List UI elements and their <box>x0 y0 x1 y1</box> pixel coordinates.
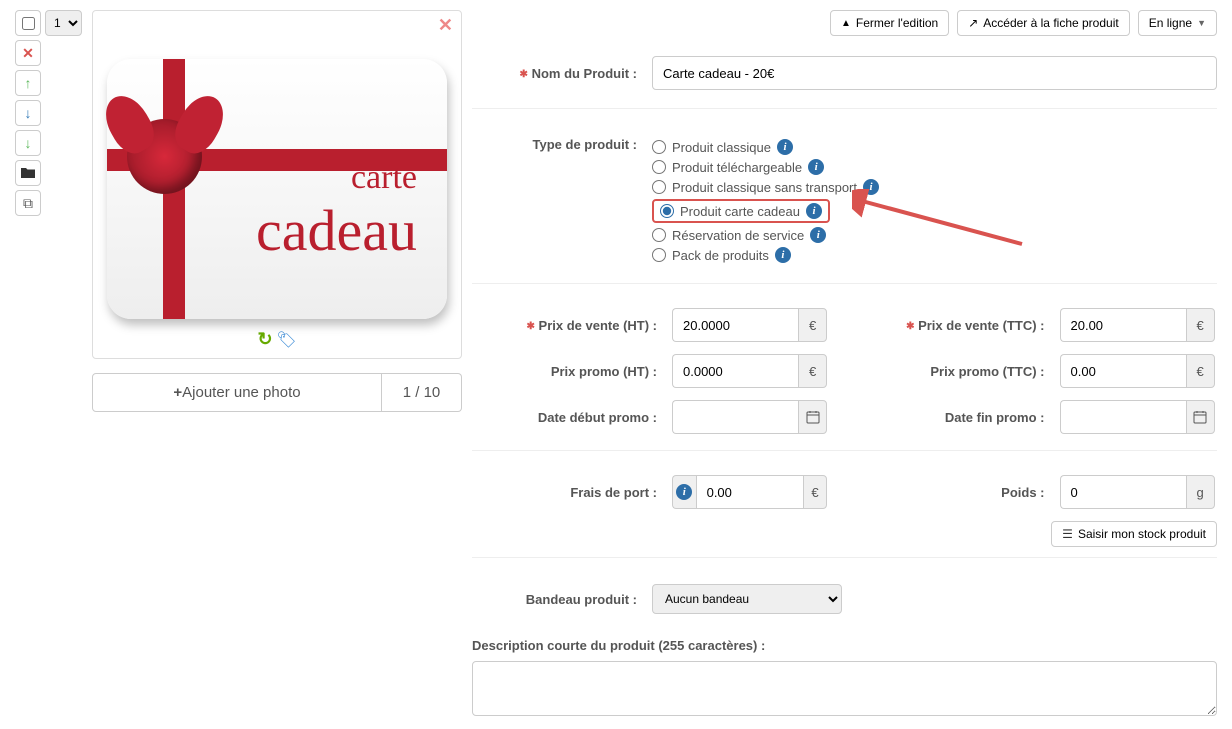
shipping-label: Frais de port : <box>472 485 672 500</box>
date-end-label: Date fin promo : <box>860 410 1060 425</box>
close-edit-button[interactable]: ▲ Fermer l'edition <box>830 10 949 36</box>
move-down-button[interactable]: ↓ <box>15 100 41 126</box>
radio-classic[interactable]: Produit classique i <box>652 137 879 157</box>
promo-ht-label: Prix promo (HT) : <box>472 364 672 379</box>
price-ht-label: ✱ Prix de vente (HT) : <box>472 318 672 333</box>
calendar-icon[interactable] <box>1186 400 1215 434</box>
type-label: Type de produit : <box>472 135 652 152</box>
date-start-input[interactable] <box>672 400 798 434</box>
promo-ht-input[interactable] <box>672 354 798 388</box>
goto-product-button[interactable]: ↗ Accéder à la fiche produit <box>957 10 1129 36</box>
date-end-input[interactable] <box>1060 400 1186 434</box>
photo-counter: 1 / 10 <box>382 373 462 412</box>
date-start-label: Date début promo : <box>472 410 672 425</box>
banner-label: Bandeau produit : <box>472 592 652 607</box>
info-icon[interactable]: i <box>777 139 793 155</box>
order-select[interactable]: 1 <box>45 10 82 36</box>
duplicate-button[interactable]: ⧉ <box>15 190 41 216</box>
info-icon[interactable]: i <box>806 203 822 219</box>
weight-unit-addon: g <box>1186 475 1215 509</box>
carte-text: carte <box>256 159 417 197</box>
shipping-input[interactable] <box>696 475 803 509</box>
product-name-input[interactable] <box>652 56 1217 90</box>
arrow-down2-icon: ↓ <box>25 135 32 151</box>
radio-notransport[interactable]: Produit classique sans transport i <box>652 177 879 197</box>
image-actions: ↻ 🏷 <box>101 329 453 350</box>
radio-giftcard[interactable]: Produit carte cadeau i <box>652 199 830 223</box>
info-icon[interactable]: i <box>810 227 826 243</box>
arrow-up-icon: ↑ <box>25 75 32 91</box>
name-label: ✱ Nom du Produit : <box>472 66 652 81</box>
folder-icon <box>21 165 35 181</box>
banner-select[interactable]: Aucun bandeau <box>652 584 842 614</box>
tag-icon[interactable]: 🏷 <box>276 332 296 349</box>
promo-ttc-input[interactable] <box>1060 354 1186 388</box>
weight-label: Poids : <box>860 485 1060 500</box>
move-up-button[interactable]: ↑ <box>15 70 41 96</box>
price-ttc-input[interactable] <box>1060 308 1186 342</box>
remove-image-icon[interactable]: ✕ <box>438 15 453 36</box>
gift-card-illustration: carte cadeau <box>107 59 447 319</box>
radio-reservation[interactable]: Réservation de service i <box>652 225 879 245</box>
currency-addon: € <box>798 354 827 388</box>
delete-button[interactable]: ✕ <box>15 40 41 66</box>
radio-pack[interactable]: Pack de produits i <box>652 245 879 265</box>
copy-icon: ⧉ <box>23 195 33 212</box>
info-icon[interactable]: i <box>808 159 824 175</box>
description-label: Description courte du produit (255 carac… <box>472 638 1217 653</box>
annotation-arrow <box>852 189 1032 259</box>
refresh-icon[interactable]: ↻ <box>257 329 272 349</box>
select-checkbox[interactable] <box>15 10 41 36</box>
info-icon[interactable]: i <box>775 247 791 263</box>
radio-download[interactable]: Produit téléchargeable i <box>652 157 879 177</box>
price-ht-input[interactable] <box>672 308 798 342</box>
product-image-box: ✕ carte cadeau ↻ 🏷 <box>92 10 462 359</box>
arrow-down-icon: ↓ <box>25 105 32 121</box>
delete-icon: ✕ <box>22 45 34 62</box>
weight-input[interactable] <box>1060 475 1186 509</box>
cadeau-text: cadeau <box>256 197 417 264</box>
move-bottom-button[interactable]: ↓ <box>15 130 41 156</box>
calendar-icon[interactable] <box>798 400 827 434</box>
info-icon[interactable]: i <box>672 475 696 509</box>
add-photo-button[interactable]: +Ajouter une photo <box>92 373 382 412</box>
currency-addon: € <box>803 475 827 509</box>
currency-addon: € <box>1186 308 1215 342</box>
currency-addon: € <box>1186 354 1215 388</box>
folder-button[interactable] <box>15 160 41 186</box>
caret-down-icon: ▼ <box>1197 18 1206 28</box>
price-ttc-label: ✱ Prix de vente (TTC) : <box>860 318 1060 333</box>
list-icon: ☰ <box>1062 527 1073 541</box>
currency-addon: € <box>798 308 827 342</box>
chevron-up-icon: ▲ <box>841 18 851 29</box>
status-dropdown[interactable]: En ligne ▼ <box>1138 10 1217 36</box>
external-link-icon: ↗ <box>968 16 978 30</box>
promo-ttc-label: Prix promo (TTC) : <box>860 364 1060 379</box>
description-textarea[interactable] <box>472 661 1217 716</box>
stock-button[interactable]: ☰ Saisir mon stock produit <box>1051 521 1217 547</box>
